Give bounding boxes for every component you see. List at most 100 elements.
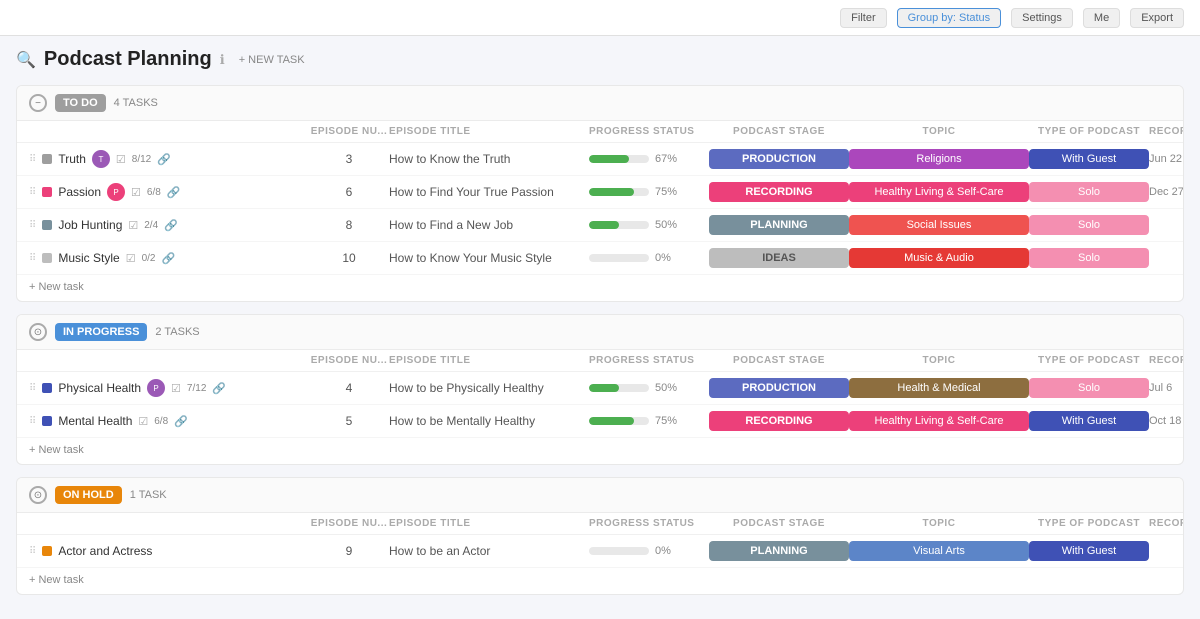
col-recording: RECORDING (1149, 126, 1184, 137)
drag-handle[interactable]: ⠿ (29, 546, 36, 557)
topic-cell-wrap: Health & Medical (849, 378, 1029, 398)
recording-date: Jun 22 (1149, 153, 1184, 165)
podcast-stage: RECORDING (709, 182, 849, 202)
drag-handle[interactable]: ⠿ (29, 416, 36, 427)
page-title: Podcast Planning (44, 48, 212, 71)
task-name[interactable]: Job Hunting (58, 218, 122, 232)
podcast-stage: PLANNING (709, 541, 849, 561)
task-color-dot (42, 253, 52, 263)
settings-button[interactable]: Settings (1011, 8, 1073, 28)
stage-badge[interactable]: RECORDING (709, 182, 849, 202)
task-name[interactable]: Actor and Actress (58, 544, 152, 558)
topic-cell-wrap: Religions (849, 149, 1029, 169)
stage-badge[interactable]: PLANNING (709, 215, 849, 235)
group-by-button[interactable]: Group by: Status (897, 8, 1002, 28)
episode-num: 8 (309, 218, 389, 232)
drag-handle[interactable]: ⠿ (29, 383, 36, 394)
col-episode-title: EPISODE TITLE (389, 355, 589, 366)
episode-num: 9 (309, 544, 389, 558)
stage-badge[interactable]: IDEAS (709, 248, 849, 268)
type-cell[interactable]: Solo (1029, 248, 1149, 268)
col-stage: PODCAST STAGE (709, 518, 849, 529)
progress-cell: 0% (589, 252, 709, 264)
collapse-btn-inprogress[interactable]: ⊙ (29, 323, 47, 341)
task-name[interactable]: Passion (58, 185, 101, 199)
type-cell[interactable]: Solo (1029, 378, 1149, 398)
stage-badge[interactable]: PRODUCTION (709, 378, 849, 398)
link-icon: 🔗 (164, 219, 178, 232)
drag-handle[interactable]: ⠿ (29, 220, 36, 231)
task-row: ⠿ Actor and Actress 9 How to be an Actor… (17, 535, 1183, 568)
task-name[interactable]: Physical Health (58, 381, 141, 395)
check-icon: ☑ (126, 252, 136, 265)
type-cell[interactable]: Solo (1029, 215, 1149, 235)
status-badge-todo: TO DO (55, 94, 106, 112)
collapse-btn-todo[interactable]: − (29, 94, 47, 112)
task-color-dot (42, 546, 52, 556)
check-icon: ☑ (131, 186, 141, 199)
type-cell-wrap: Solo (1029, 378, 1149, 398)
stage-badge[interactable]: PLANNING (709, 541, 849, 561)
topic-cell-wrap: Social Issues (849, 215, 1029, 235)
section-header-inprogress: ⊙ IN PROGRESS 2 TASKS (17, 315, 1183, 350)
col-topic: TOPIC (849, 518, 1029, 529)
col-task (29, 518, 309, 529)
episode-title: How to Know the Truth (389, 152, 589, 166)
drag-handle[interactable]: ⠿ (29, 154, 36, 165)
topic-cell[interactable]: Healthy Living & Self-Care (849, 182, 1029, 202)
task-avatar: P (147, 379, 165, 397)
task-name[interactable]: Truth (58, 152, 86, 166)
task-meta: 8/12 (132, 154, 151, 165)
progress-cell: 0% (589, 545, 709, 557)
episode-title: How to Find Your True Passion (389, 185, 589, 199)
link-icon: 🔗 (212, 382, 226, 395)
task-name[interactable]: Music Style (58, 251, 119, 265)
me-button[interactable]: Me (1083, 8, 1120, 28)
add-task-row[interactable]: + New task (17, 438, 1183, 464)
add-task-row[interactable]: + New task (17, 275, 1183, 301)
link-icon: 🔗 (174, 415, 188, 428)
progress-cell: 75% (589, 186, 709, 198)
task-color-dot (42, 187, 52, 197)
topic-cell[interactable]: Health & Medical (849, 378, 1029, 398)
task-name-cell: ⠿ Job Hunting ☑2/4🔗 (29, 218, 309, 232)
stage-badge[interactable]: RECORDING (709, 411, 849, 431)
topic-cell-wrap: Healthy Living & Self-Care (849, 411, 1029, 431)
type-cell[interactable]: Solo (1029, 182, 1149, 202)
check-icon: ☑ (138, 415, 148, 428)
new-task-button[interactable]: + NEW TASK (233, 52, 311, 68)
podcast-stage: PRODUCTION (709, 149, 849, 169)
episode-title: How to be Physically Healthy (389, 381, 589, 395)
topic-cell[interactable]: Music & Audio (849, 248, 1029, 268)
col-episode-title: EPISODE TITLE (389, 126, 589, 137)
col-episode-num: EPISODE NU... (309, 518, 389, 529)
podcast-stage: PLANNING (709, 215, 849, 235)
type-cell[interactable]: With Guest (1029, 149, 1149, 169)
drag-handle[interactable]: ⠿ (29, 187, 36, 198)
episode-num: 3 (309, 152, 389, 166)
type-cell[interactable]: With Guest (1029, 411, 1149, 431)
top-bar: Filter Group by: Status Settings Me Expo… (0, 0, 1200, 36)
task-name-cell: ⠿ Truth T ☑8/12🔗 (29, 150, 309, 168)
task-name[interactable]: Mental Health (58, 414, 132, 428)
stage-badge[interactable]: PRODUCTION (709, 149, 849, 169)
task-color-dot (42, 416, 52, 426)
col-type: TYPE OF PODCAST (1029, 355, 1149, 366)
section-todo: − TO DO 4 TASKS EPISODE NU... EPISODE TI… (16, 85, 1184, 302)
collapse-btn-onhold[interactable]: ⊙ (29, 486, 47, 504)
type-cell[interactable]: With Guest (1029, 541, 1149, 561)
task-name-cell: ⠿ Physical Health P ☑7/12🔗 (29, 379, 309, 397)
add-task-row[interactable]: + New task (17, 568, 1183, 594)
filter-button[interactable]: Filter (840, 8, 886, 28)
podcast-stage: IDEAS (709, 248, 849, 268)
topic-cell[interactable]: Healthy Living & Self-Care (849, 411, 1029, 431)
topic-cell[interactable]: Visual Arts (849, 541, 1029, 561)
task-row: ⠿ Physical Health P ☑7/12🔗 4 How to be P… (17, 372, 1183, 405)
drag-handle[interactable]: ⠿ (29, 253, 36, 264)
progress-cell: 50% (589, 382, 709, 394)
info-icon[interactable]: ℹ (220, 52, 225, 68)
topic-cell[interactable]: Religions (849, 149, 1029, 169)
episode-num: 10 (309, 251, 389, 265)
export-button[interactable]: Export (1130, 8, 1184, 28)
topic-cell[interactable]: Social Issues (849, 215, 1029, 235)
